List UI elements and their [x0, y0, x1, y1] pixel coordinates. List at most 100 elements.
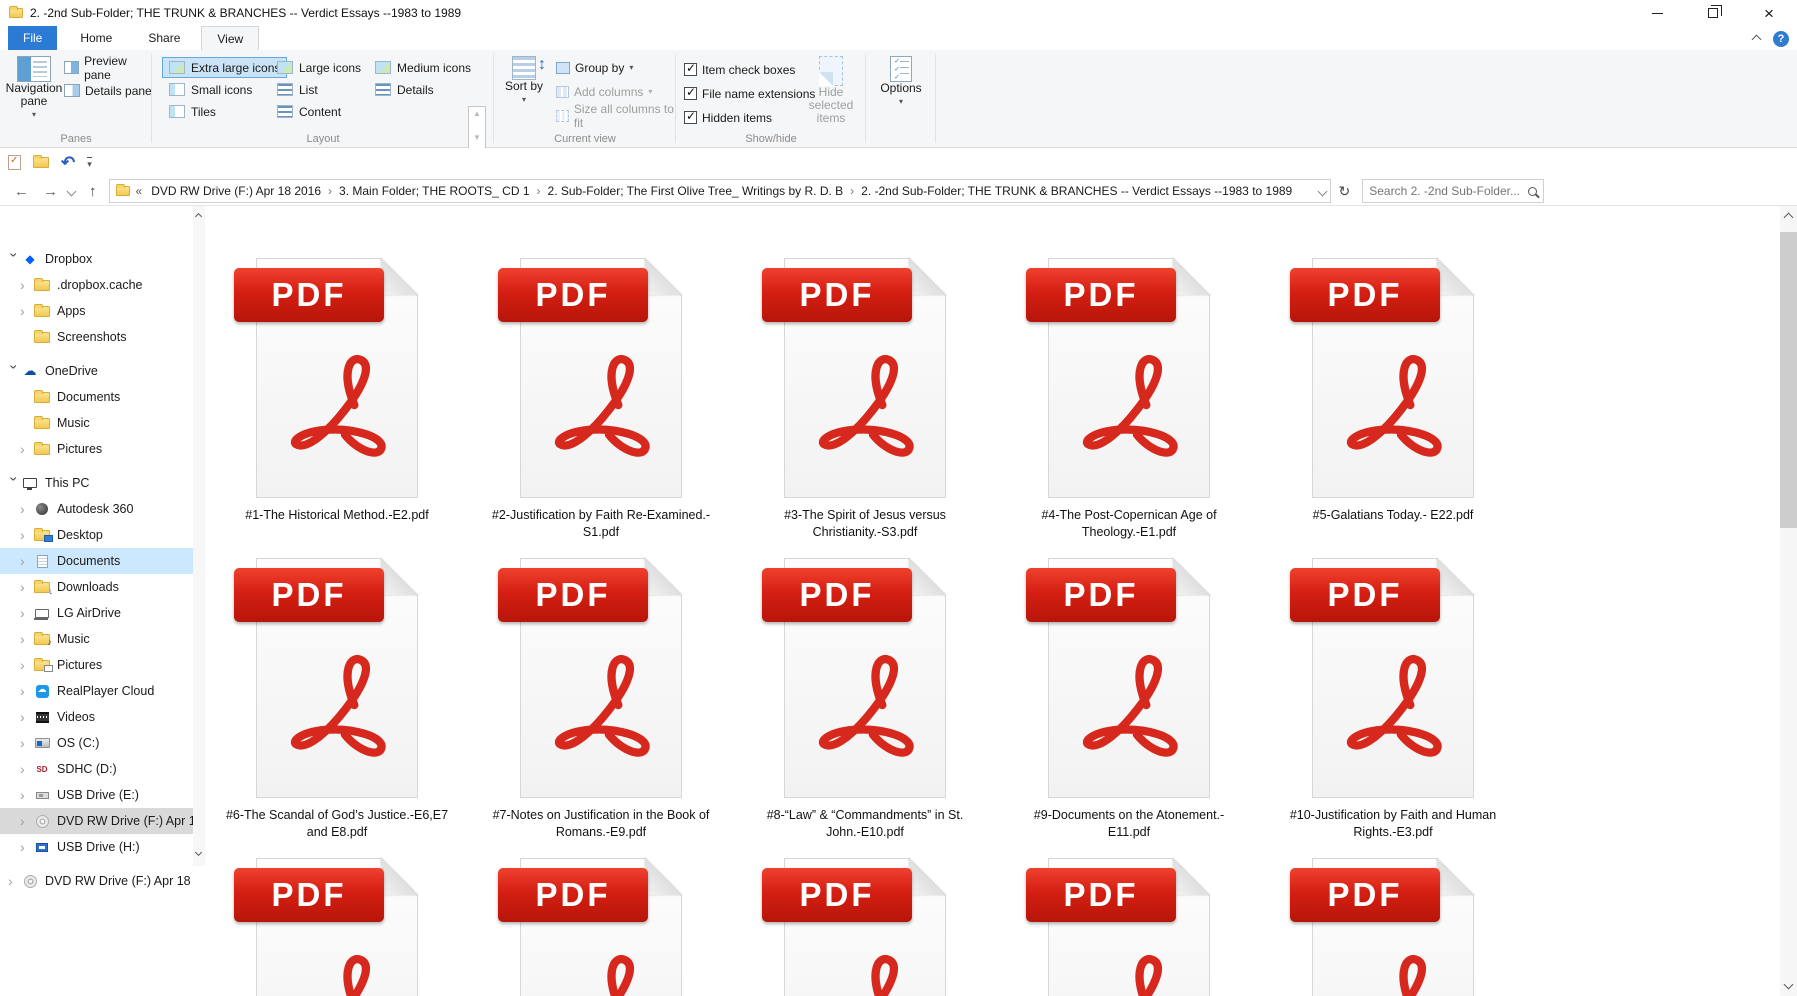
chevron-expanded-icon[interactable]: › — [7, 365, 23, 378]
file-tile[interactable]: PDF — [469, 857, 733, 996]
chevron-collapsed-icon[interactable]: › — [20, 632, 33, 646]
chevron-collapsed-icon[interactable]: › — [20, 840, 33, 854]
sidebar-item-sdhc-d[interactable]: › SDHC (D:) — [0, 756, 193, 782]
history-dropdown-icon[interactable] — [66, 186, 77, 196]
layout-large-icons[interactable]: Large icons — [270, 57, 368, 78]
chevron-collapsed-icon[interactable]: › — [20, 442, 33, 456]
chevron-collapsed-icon[interactable]: › — [20, 278, 33, 292]
sidebar-item-desktop[interactable]: › Desktop — [0, 522, 193, 548]
sidebar-item-dvd-rw-f-2[interactable]: › DVD RW Drive (F:) Apr 18 2 — [0, 868, 193, 894]
navigation-pane-button[interactable]: Navigation pane ▾ — [6, 54, 62, 121]
sort-by-button[interactable]: Sort by ▾ — [502, 54, 546, 106]
file-tile[interactable]: PDF #8-“Law” & “Commandments” in St. Joh… — [733, 557, 997, 858]
file-tile[interactable]: PDF #7-Notes on Justification in the Boo… — [469, 557, 733, 858]
undo-icon[interactable]: ↶ — [61, 154, 75, 171]
sidebar-item-onedrive[interactable]: › OneDrive — [0, 358, 193, 384]
search-icon[interactable] — [1528, 186, 1538, 196]
sidebar-item-music[interactable]: › Music — [0, 626, 193, 652]
chevron-collapsed-icon[interactable]: › — [20, 658, 33, 672]
search-input[interactable] — [1369, 184, 1529, 198]
sidebar-item-dvd-rw-f[interactable]: › DVD RW Drive (F:) Apr 18 — [0, 808, 193, 834]
scroll-down-icon[interactable] — [1783, 979, 1794, 990]
sidebar-item-usb-h[interactable]: › USB Drive (H:) — [0, 834, 193, 860]
layout-extra-large-icons[interactable]: Extra large icons — [162, 57, 288, 78]
breadcrumb[interactable]: « DVD RW Drive (F:) Apr 18 2016 › 3. Mai… — [108, 179, 1331, 203]
scrollbar-thumb[interactable] — [1780, 232, 1797, 528]
layout-tiles[interactable]: Tiles — [162, 101, 223, 122]
chevron-collapsed-icon[interactable]: › — [20, 554, 33, 568]
sidebar-item-documents[interactable]: › Documents — [0, 548, 193, 574]
chevron-collapsed-icon[interactable]: › — [20, 762, 33, 776]
sidebar-scrollbar[interactable] — [193, 206, 205, 866]
file-tile[interactable]: PDF #9-Documents on the Atonement.-E11.p… — [997, 557, 1261, 858]
forward-icon[interactable]: → — [43, 183, 58, 200]
customize-toolbar-icon[interactable]: ▾ — [87, 156, 92, 170]
tab-home[interactable]: Home — [65, 26, 127, 50]
file-name-extensions-checkbox[interactable]: File name extensions — [684, 83, 815, 104]
close-button[interactable]: × — [1741, 0, 1797, 26]
layout-list[interactable]: List — [270, 79, 325, 100]
chevron-collapsed-icon[interactable]: › — [20, 710, 33, 724]
layout-content[interactable]: Content — [270, 101, 348, 122]
chevron-collapsed-icon[interactable]: › — [8, 874, 21, 888]
help-icon[interactable]: ? — [1773, 31, 1789, 47]
file-tile[interactable]: PDF #2-Justification by Faith Re-Examine… — [469, 257, 733, 558]
tab-share[interactable]: Share — [133, 26, 195, 50]
file-tile[interactable]: PDF #3-The Spirit of Jesus versus Christ… — [733, 257, 997, 558]
file-tile[interactable]: PDF — [997, 857, 1261, 996]
sidebar-item-onedrive-music[interactable]: ›Music — [0, 410, 193, 436]
chevron-collapsed-icon[interactable]: › — [20, 684, 33, 698]
options-button[interactable]: Options ▾ — [875, 54, 927, 108]
sidebar-item-apps[interactable]: › Apps — [0, 298, 193, 324]
sidebar-item-onedrive-documents[interactable]: ›Documents — [0, 384, 193, 410]
refresh-icon[interactable]: ↻ — [1339, 183, 1351, 200]
sidebar-item-lg-airdrive[interactable]: › LG AirDrive — [0, 600, 193, 626]
sidebar-item-screenshots[interactable]: ›Screenshots — [0, 324, 193, 350]
minimize-button[interactable] — [1629, 0, 1685, 26]
breadcrumb-segment[interactable]: DVD RW Drive (F:) Apr 18 2016 — [146, 184, 326, 198]
file-tile[interactable]: PDF #6-The Scandal of God’s Justice.-E6,… — [205, 557, 469, 858]
preview-pane-button[interactable]: Preview pane — [64, 54, 152, 82]
sidebar-item-dropbox[interactable]: › Dropbox — [0, 246, 193, 272]
scroll-up-icon[interactable] — [1783, 212, 1794, 223]
scroll-down-icon[interactable] — [194, 848, 203, 857]
file-tile[interactable]: PDF — [733, 857, 997, 996]
tab-view[interactable]: View — [201, 26, 260, 50]
tab-file[interactable]: File — [8, 26, 58, 50]
sidebar-item-autodesk-360[interactable]: › Autodesk 360 — [0, 496, 193, 522]
breadcrumb-segment[interactable]: 3. Main Folder; THE ROOTS_ CD 1 — [334, 184, 535, 198]
chevron-collapsed-icon[interactable]: › — [20, 528, 33, 542]
collapse-ribbon-icon[interactable] — [1751, 34, 1762, 44]
group-by-button[interactable]: Group by ▾ — [556, 57, 633, 78]
address-dropdown-icon[interactable] — [1317, 186, 1327, 196]
chevron-collapsed-icon[interactable]: › — [20, 814, 33, 828]
new-folder-icon[interactable] — [33, 155, 49, 168]
layout-details[interactable]: Details — [368, 79, 441, 100]
layout-small-icons[interactable]: Small icons — [162, 79, 259, 100]
sidebar-item-os-c[interactable]: › OS (C:) — [0, 730, 193, 756]
breadcrumb-overflow-icon[interactable]: « — [136, 184, 143, 198]
sidebar-item-pictures[interactable]: › Pictures — [0, 652, 193, 678]
file-tile[interactable]: PDF #4-The Post-Copernican Age of Theolo… — [997, 257, 1261, 558]
file-tile[interactable]: PDF #5-Galatians Today.- E22.pdf — [1261, 257, 1525, 558]
scroll-up-icon[interactable] — [194, 212, 203, 221]
chevron-collapsed-icon[interactable]: › — [20, 580, 33, 594]
back-icon[interactable]: ← — [14, 183, 29, 200]
sidebar-item-downloads[interactable]: › Downloads — [0, 574, 193, 600]
breadcrumb-segment[interactable]: 2. -2nd Sub-Folder; THE TRUNK & BRANCHES… — [856, 184, 1297, 198]
chevron-collapsed-icon[interactable]: › — [20, 606, 33, 620]
breadcrumb-segment[interactable]: 2. Sub-Folder; The First Olive Tree_ Wri… — [543, 184, 849, 198]
chevron-collapsed-icon[interactable]: › — [20, 502, 33, 516]
scroll-up-icon[interactable]: ▲ — [473, 110, 481, 118]
chevron-collapsed-icon[interactable]: › — [20, 736, 33, 750]
vertical-scrollbar[interactable] — [1780, 206, 1797, 996]
chevron-expanded-icon[interactable]: › — [7, 477, 23, 490]
file-tile[interactable]: PDF #10-Justification by Faith and Human… — [1261, 557, 1525, 858]
sidebar-item-usb-e[interactable]: › USB Drive (E:) — [0, 782, 193, 808]
file-tile[interactable]: PDF — [205, 857, 469, 996]
search-box[interactable] — [1362, 179, 1545, 203]
sidebar-item-dropbox-cache[interactable]: › .dropbox.cache — [0, 272, 193, 298]
chevron-collapsed-icon[interactable]: › — [20, 788, 33, 802]
layout-medium-icons[interactable]: Medium icons — [368, 57, 478, 78]
item-check-boxes-checkbox[interactable]: Item check boxes — [684, 59, 795, 80]
